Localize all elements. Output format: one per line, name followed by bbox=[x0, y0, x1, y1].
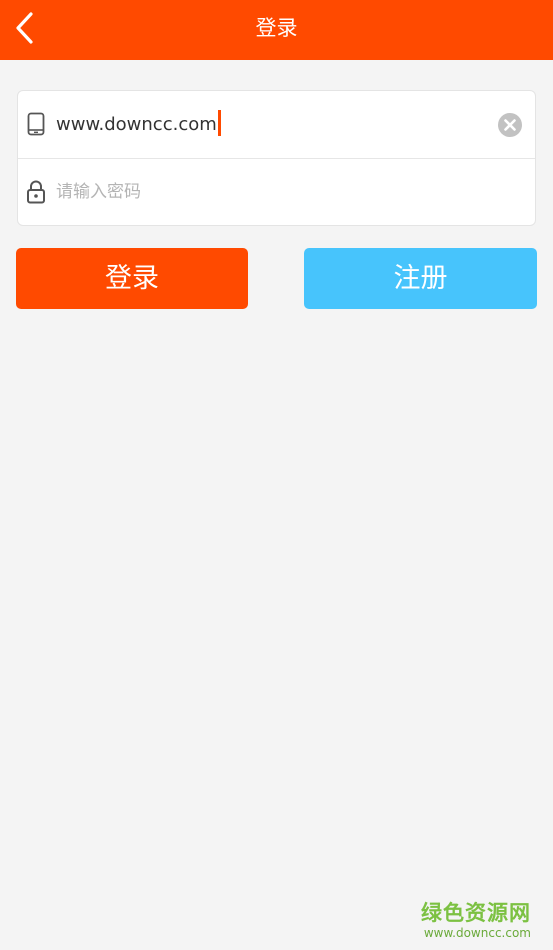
clear-circle-icon bbox=[498, 113, 522, 137]
password-row: 请输入密码 bbox=[18, 159, 535, 226]
register-button[interactable]: 注册 bbox=[304, 248, 537, 309]
watermark-logo: 绿色资源网 www.downcc.com bbox=[421, 900, 531, 940]
watermark-title: 绿色资源网 bbox=[421, 901, 531, 925]
login-form: www.downcc.com 请输入密码 bbox=[17, 90, 536, 226]
account-value: www.downcc.com bbox=[56, 114, 217, 135]
watermark-url: www.downcc.com bbox=[423, 926, 531, 940]
text-caret bbox=[217, 110, 221, 136]
page-title: 登录 bbox=[255, 16, 298, 40]
top-app-bar: 登录 bbox=[0, 0, 553, 60]
clear-button[interactable] bbox=[497, 112, 523, 138]
account-row: www.downcc.com bbox=[18, 91, 535, 159]
lock-icon bbox=[24, 179, 48, 205]
account-input[interactable]: www.downcc.com bbox=[56, 91, 221, 158]
login-button[interactable]: 登录 bbox=[16, 248, 248, 309]
password-input[interactable]: 请输入密码 bbox=[56, 159, 141, 226]
phone-icon bbox=[24, 111, 48, 137]
